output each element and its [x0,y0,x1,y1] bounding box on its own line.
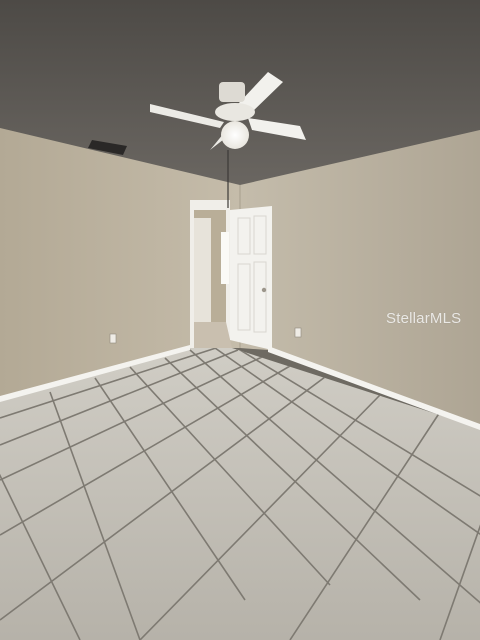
open-door [230,206,272,350]
fan-light [221,121,249,149]
hallway-window [221,232,229,284]
watermark: StellarMLS [386,310,462,327]
right-outlet [294,327,302,338]
fan-motor [219,82,245,102]
hallway-door [194,218,211,322]
left-outlet [109,333,117,344]
doorway [190,200,232,348]
door-knob [261,287,267,293]
